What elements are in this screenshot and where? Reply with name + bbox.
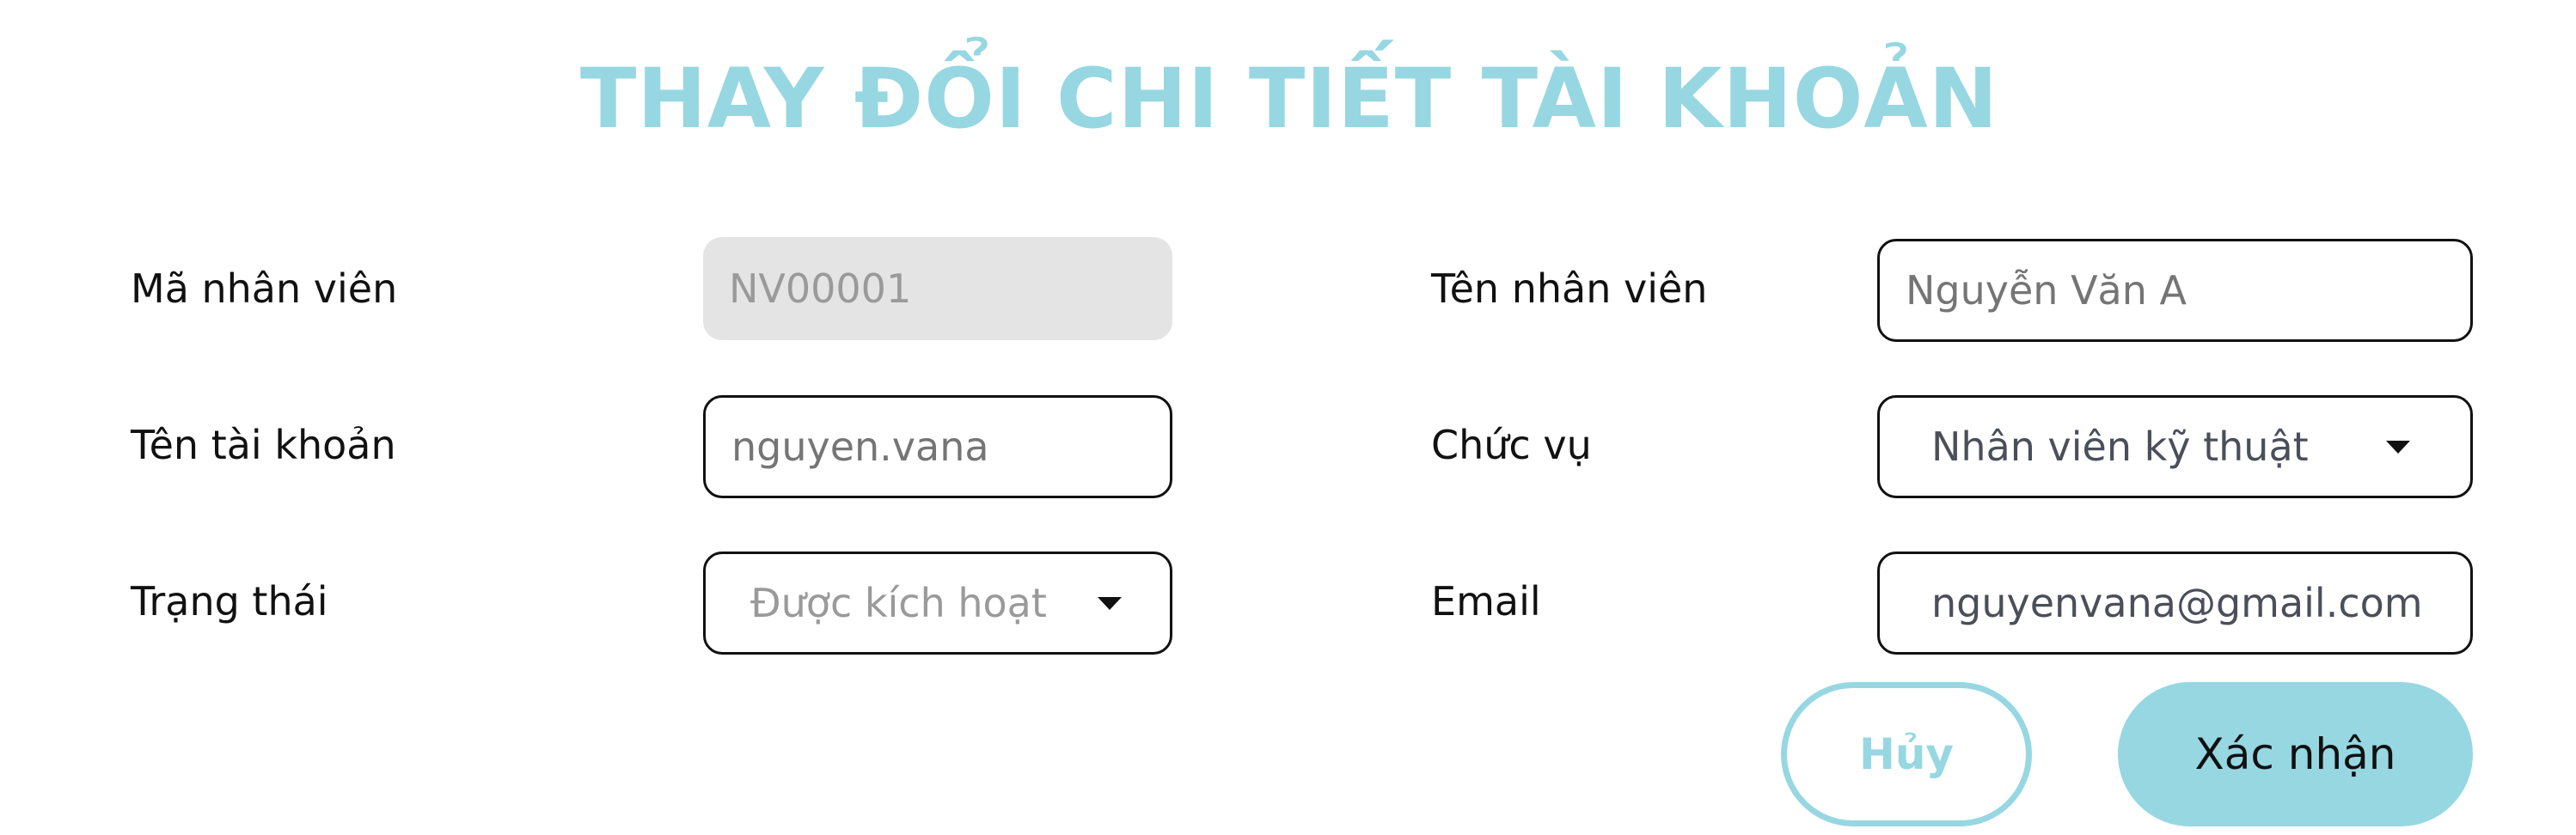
chevron-down-icon[interactable] [1098, 596, 1122, 610]
confirm-button[interactable]: Xác nhận [2118, 682, 2473, 826]
status-selected-value: Được kích hoạt [750, 580, 1047, 626]
employee-id-field: NV00001 [703, 237, 1172, 340]
employee-id-value: NV00001 [729, 265, 912, 312]
email-field[interactable]: nguyenvana@gmail.com [1877, 552, 2473, 655]
employee-id-label: Mã nhân viên [131, 265, 398, 312]
employee-name-field[interactable] [1877, 239, 2473, 342]
page-title: THAY ĐỔI CHI TIẾT TÀI KHOẢN [579, 51, 1999, 147]
status-label: Trạng thái [131, 578, 328, 625]
chevron-down-icon[interactable] [2386, 440, 2410, 454]
employee-name-input[interactable] [1906, 267, 2444, 314]
position-select[interactable]: Nhân viên kỹ thuật [1877, 395, 2473, 498]
position-selected-value: Nhân viên kỹ thuật [1931, 424, 2309, 470]
cancel-button[interactable]: Hủy [1781, 682, 2032, 826]
position-label: Chức vụ [1431, 422, 1592, 468]
email-value[interactable]: nguyenvana@gmail.com [1931, 580, 2423, 626]
employee-name-label: Tên nhân viên [1431, 265, 1708, 312]
change-account-details-form: THAY ĐỔI CHI TIẾT TÀI KHOẢN Mã nhân viên… [0, 0, 2576, 835]
username-input[interactable] [731, 424, 1144, 470]
email-label: Email [1431, 578, 1541, 625]
username-field[interactable] [703, 395, 1172, 498]
username-label: Tên tài khoản [131, 422, 396, 468]
status-select[interactable]: Được kích hoạt [703, 552, 1172, 655]
